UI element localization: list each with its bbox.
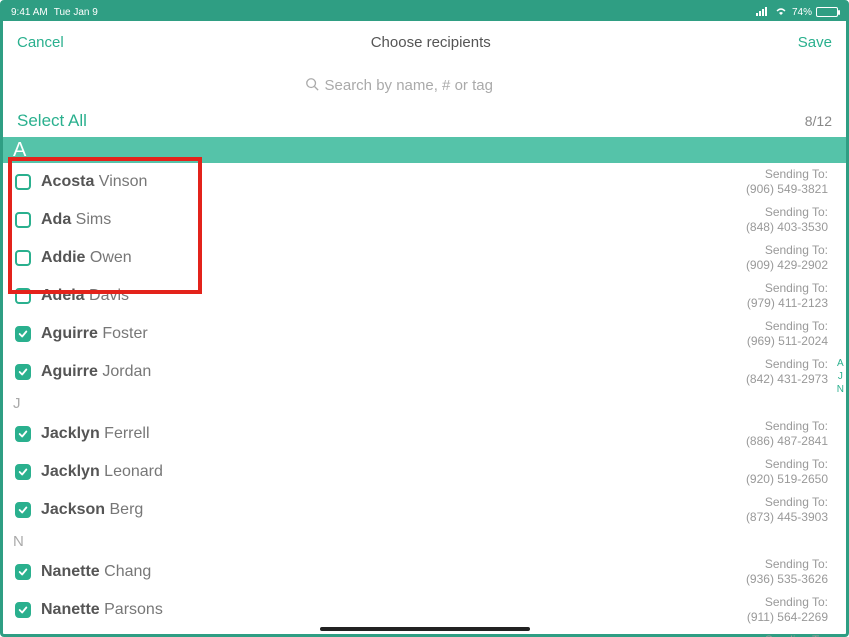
section-header: N [3, 529, 846, 553]
contact-name: Jackson Berg [41, 501, 143, 519]
contact-phone: Sending To:(842) 431-2973 [746, 357, 828, 387]
contact-phone: Sending To:(969) 511-2024 [747, 319, 828, 349]
contact-name: Jacklyn Ferrell [41, 425, 150, 443]
contact-row[interactable]: Nanette Parsons Sending To:(911) 564-2269 [3, 591, 846, 629]
checkbox[interactable] [15, 464, 31, 480]
wifi-icon [774, 6, 788, 19]
section-header: J [3, 391, 846, 415]
contact-row[interactable]: Adela Davis Sending To:(979) 411-2123 [3, 277, 846, 315]
status-date: Tue Jan 9 [54, 7, 98, 18]
contact-name: Nanette Parsons [41, 601, 163, 619]
index-letter[interactable]: A [837, 357, 844, 370]
contact-phone: Sending To:(936) 525-2367 [746, 633, 828, 637]
contact-row[interactable]: Nanette Chang Sending To:(936) 535-3626 [3, 553, 846, 591]
contact-name: Nanette Chang [41, 563, 151, 581]
contact-phone: Sending To:(911) 564-2269 [747, 595, 828, 625]
contact-name: Acosta Vinson [41, 173, 147, 191]
checkbox[interactable] [15, 326, 31, 342]
nav-bar: Cancel Choose recipients Save [3, 21, 846, 65]
contact-name: Aguirre Foster [41, 325, 148, 343]
battery-icon [816, 7, 838, 17]
contact-row[interactable]: Acosta Vinson Sending To:(906) 549-3821 [3, 163, 846, 201]
alpha-index[interactable]: AJN [837, 357, 844, 396]
contact-phone: Sending To:(936) 535-3626 [746, 557, 828, 587]
contact-name: Ada Sims [41, 211, 111, 229]
index-letter[interactable]: J [837, 370, 844, 383]
contact-phone: Sending To:(886) 487-2841 [746, 419, 828, 449]
search-input[interactable] [325, 77, 545, 94]
save-button[interactable]: Save [798, 34, 832, 51]
section-header: A [3, 137, 846, 163]
search-bar[interactable] [3, 65, 846, 105]
contact-row[interactable]: Jackson Berg Sending To:(873) 445-3903 [3, 491, 846, 529]
home-indicator [320, 627, 530, 631]
checkbox[interactable] [15, 212, 31, 228]
cancel-button[interactable]: Cancel [17, 34, 64, 51]
contact-name: Aguirre Jordan [41, 363, 151, 381]
status-time: 9:41 AM [11, 7, 48, 18]
contact-row[interactable]: Jacklyn Leonard Sending To:(920) 519-2650 [3, 453, 846, 491]
select-all-button[interactable]: Select All [17, 111, 87, 131]
contact-phone: Sending To:(979) 411-2123 [747, 281, 828, 311]
checkbox[interactable] [15, 502, 31, 518]
contact-phone: Sending To:(848) 403-3530 [746, 205, 828, 235]
checkbox[interactable] [15, 364, 31, 380]
contact-phone: Sending To:(920) 519-2650 [746, 457, 828, 487]
contact-name: Addie Owen [41, 249, 132, 267]
checkbox[interactable] [15, 250, 31, 266]
checkbox[interactable] [15, 602, 31, 618]
contact-name: Adela Davis [41, 287, 129, 305]
signal-icon [756, 6, 770, 19]
contact-name: Jacklyn Leonard [41, 463, 163, 481]
contact-row[interactable]: Aguirre Jordan Sending To:(842) 431-2973 [3, 353, 846, 391]
checkbox[interactable] [15, 426, 31, 442]
contact-phone: Sending To:(906) 549-3821 [746, 167, 828, 197]
contact-row[interactable]: Aguirre Foster Sending To:(969) 511-2024 [3, 315, 846, 353]
checkbox[interactable] [15, 288, 31, 304]
search-icon [305, 77, 319, 94]
contact-row[interactable]: Jacklyn Ferrell Sending To:(886) 487-2841 [3, 415, 846, 453]
checkbox[interactable] [15, 174, 31, 190]
battery-percent: 74% [792, 7, 812, 18]
contact-phone: Sending To:(873) 445-3903 [746, 495, 828, 525]
contact-row[interactable]: Ada Sims Sending To:(848) 403-3530 [3, 201, 846, 239]
page-title: Choose recipients [371, 34, 491, 51]
selection-count: 8/12 [805, 113, 832, 129]
contact-phone: Sending To:(909) 429-2902 [746, 243, 828, 273]
contact-row[interactable]: Addie Owen Sending To:(909) 429-2902 [3, 239, 846, 277]
checkbox[interactable] [15, 564, 31, 580]
status-bar: 9:41 AM Tue Jan 9 74% [3, 3, 846, 21]
index-letter[interactable]: N [837, 383, 844, 396]
